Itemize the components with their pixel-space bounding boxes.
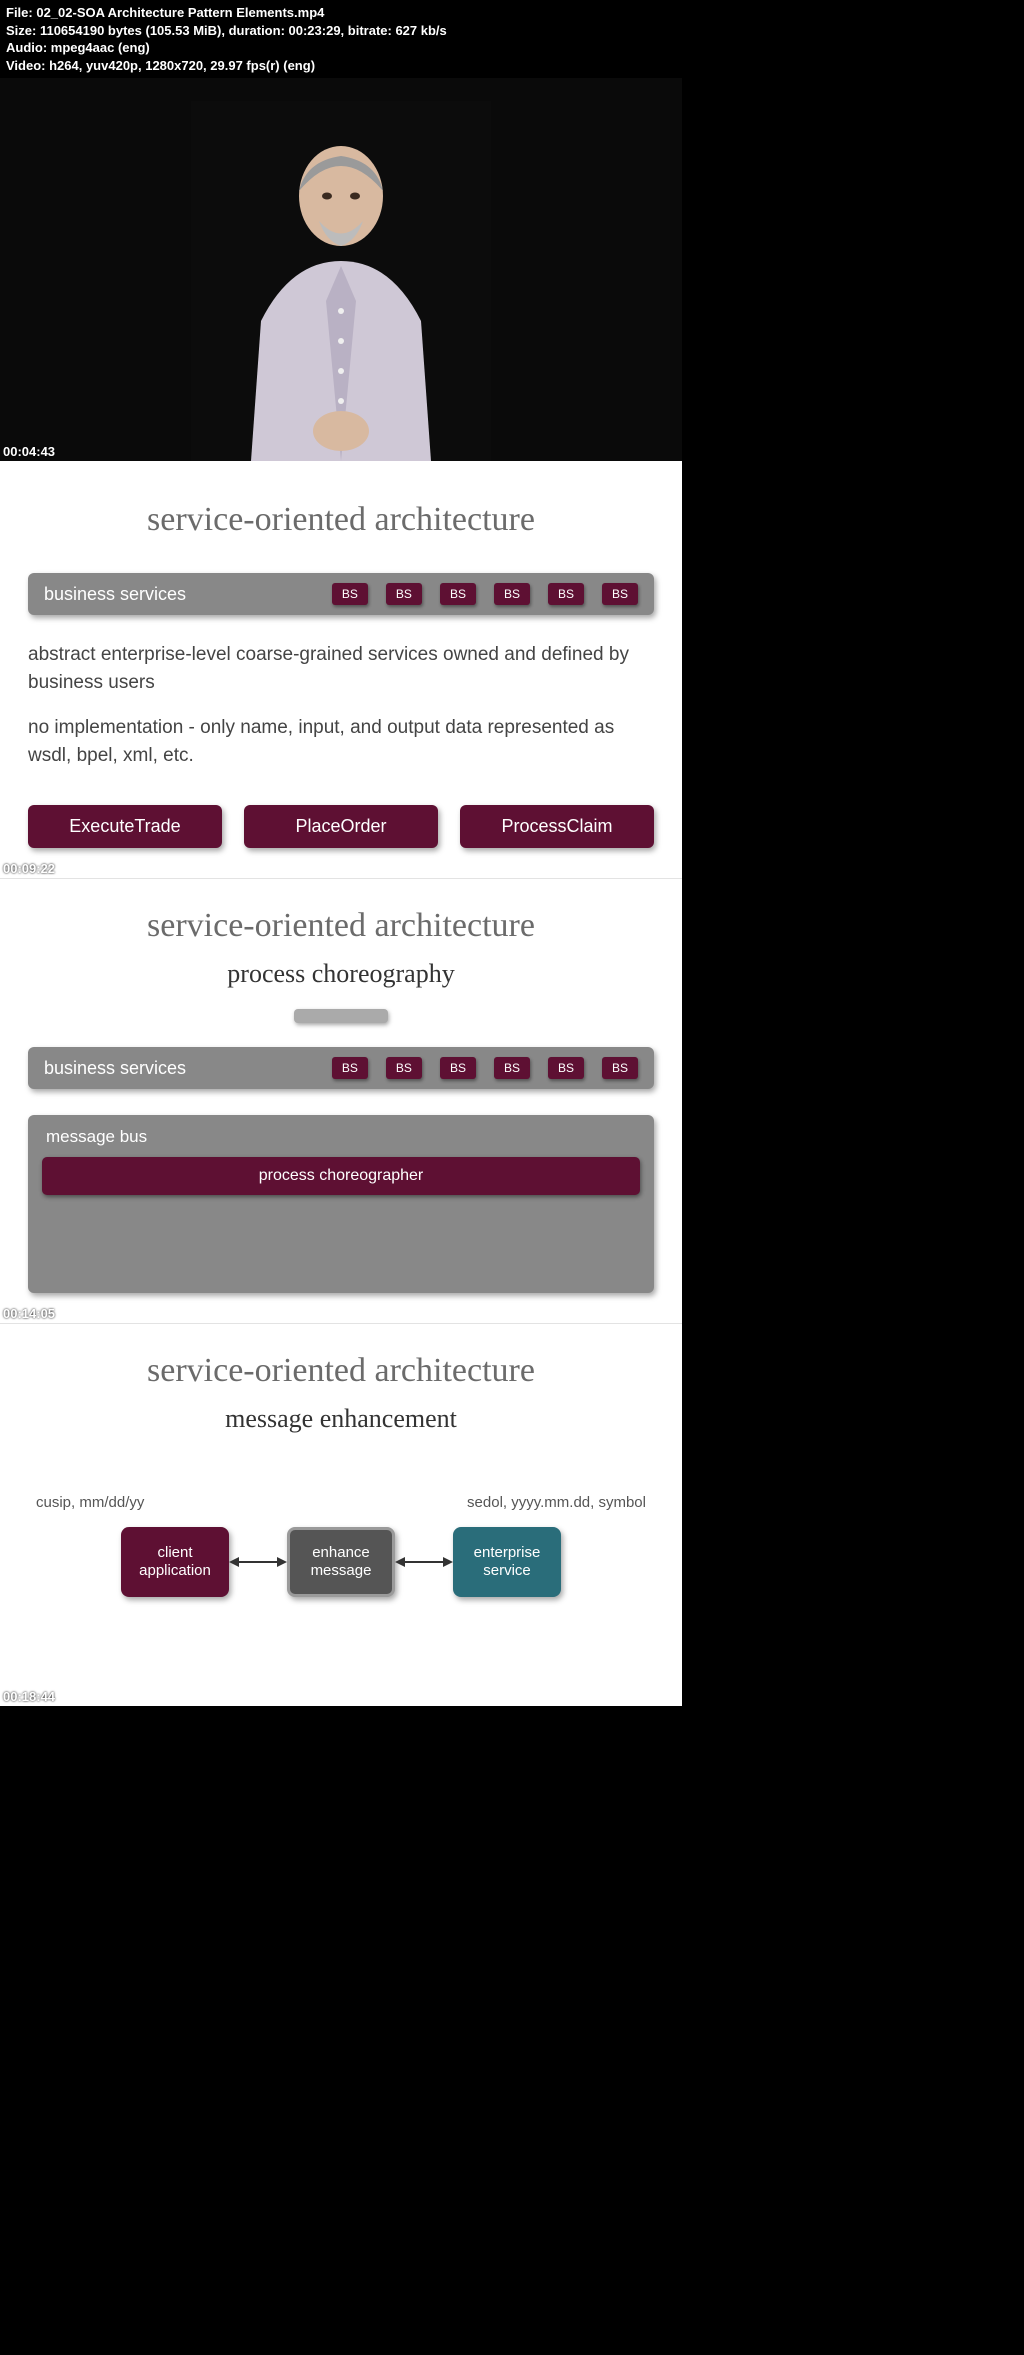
enhancement-hints: cusip, mm/dd/yy sedol, yyyy.mm.dd, symbo…	[36, 1494, 646, 1511]
slide-title: service-oriented architecture	[28, 501, 654, 539]
bs-pill: BS	[440, 1057, 476, 1079]
bs-pill: BS	[548, 1057, 584, 1079]
slide-description-2: no implementation - only name, input, an…	[28, 714, 654, 769]
business-services-bar: business services BS BS BS BS BS BS	[28, 1047, 654, 1089]
meta-file: File: 02_02-SOA Architecture Pattern Ele…	[6, 4, 1018, 22]
video-frame-4: service-oriented architecture message en…	[0, 1323, 1024, 1706]
video-frame-1: 00:04:43	[0, 78, 1024, 461]
slide-subtitle: process choreography	[28, 959, 654, 989]
bs-pill: BS	[440, 583, 476, 605]
video-frame-3: service-oriented architecture process ch…	[0, 878, 1024, 1323]
business-services-label: business services	[44, 584, 186, 605]
bs-pill: BS	[602, 1057, 638, 1079]
process-choreographer-bar: process choreographer	[42, 1157, 640, 1195]
bs-pill: BS	[602, 583, 638, 605]
slide-business-services: service-oriented architecture business s…	[0, 461, 682, 878]
business-services-bar: business services BS BS BS BS BS BS	[28, 573, 654, 615]
timestamp-2: 00:09:22	[3, 861, 55, 876]
meta-video: Video: h264, yuv420p, 1280x720, 29.97 fp…	[6, 57, 1018, 75]
enhancement-flow: client application enhance message	[28, 1527, 654, 1597]
business-services-label: business services	[44, 1058, 186, 1079]
media-metadata: File: 02_02-SOA Architecture Pattern Ele…	[0, 0, 1024, 78]
slide-subtitle: message enhancement	[28, 1404, 654, 1434]
slide-description-1: abstract enterprise-level coarse-grained…	[28, 641, 654, 696]
enhance-message-box: enhance message	[287, 1527, 395, 1597]
timestamp-4: 00:18:44	[3, 1689, 55, 1704]
spacer-bar	[294, 1009, 388, 1023]
bs-pill: BS	[386, 1057, 422, 1079]
presenter-illustration	[191, 101, 491, 461]
bs-pill: BS	[386, 583, 422, 605]
bs-pill: BS	[548, 583, 584, 605]
bidirectional-arrow-icon	[229, 1552, 287, 1572]
meta-size: Size: 110654190 bytes (105.53 MiB), dura…	[6, 22, 1018, 40]
slide-title: service-oriented architecture	[28, 1352, 654, 1390]
example-place-order: PlaceOrder	[244, 805, 438, 848]
timestamp-3: 00:14:05	[3, 1306, 55, 1321]
example-services-row: ExecuteTrade PlaceOrder ProcessClaim	[28, 805, 654, 848]
bidirectional-arrow-icon	[395, 1552, 453, 1572]
enterprise-service-box: enterprise service	[453, 1527, 561, 1597]
example-process-claim: ProcessClaim	[460, 805, 654, 848]
presenter-frame	[0, 78, 682, 461]
video-frame-2: service-oriented architecture business s…	[0, 461, 1024, 878]
left-hint: cusip, mm/dd/yy	[36, 1494, 144, 1511]
client-application-box: client application	[121, 1527, 229, 1597]
bs-pill: BS	[332, 583, 368, 605]
slide-process-choreography: service-oriented architecture process ch…	[0, 878, 682, 1323]
slide-message-enhancement: service-oriented architecture message en…	[0, 1323, 682, 1706]
bs-pill: BS	[494, 1057, 530, 1079]
meta-audio: Audio: mpeg4aac (eng)	[6, 39, 1018, 57]
message-bus-box: message bus process choreographer	[28, 1115, 654, 1293]
message-bus-label: message bus	[46, 1127, 640, 1147]
slide-title: service-oriented architecture	[28, 907, 654, 945]
timestamp-1: 00:04:43	[3, 444, 55, 459]
bs-pill: BS	[332, 1057, 368, 1079]
bs-pill: BS	[494, 583, 530, 605]
example-execute-trade: ExecuteTrade	[28, 805, 222, 848]
right-hint: sedol, yyyy.mm.dd, symbol	[467, 1494, 646, 1511]
